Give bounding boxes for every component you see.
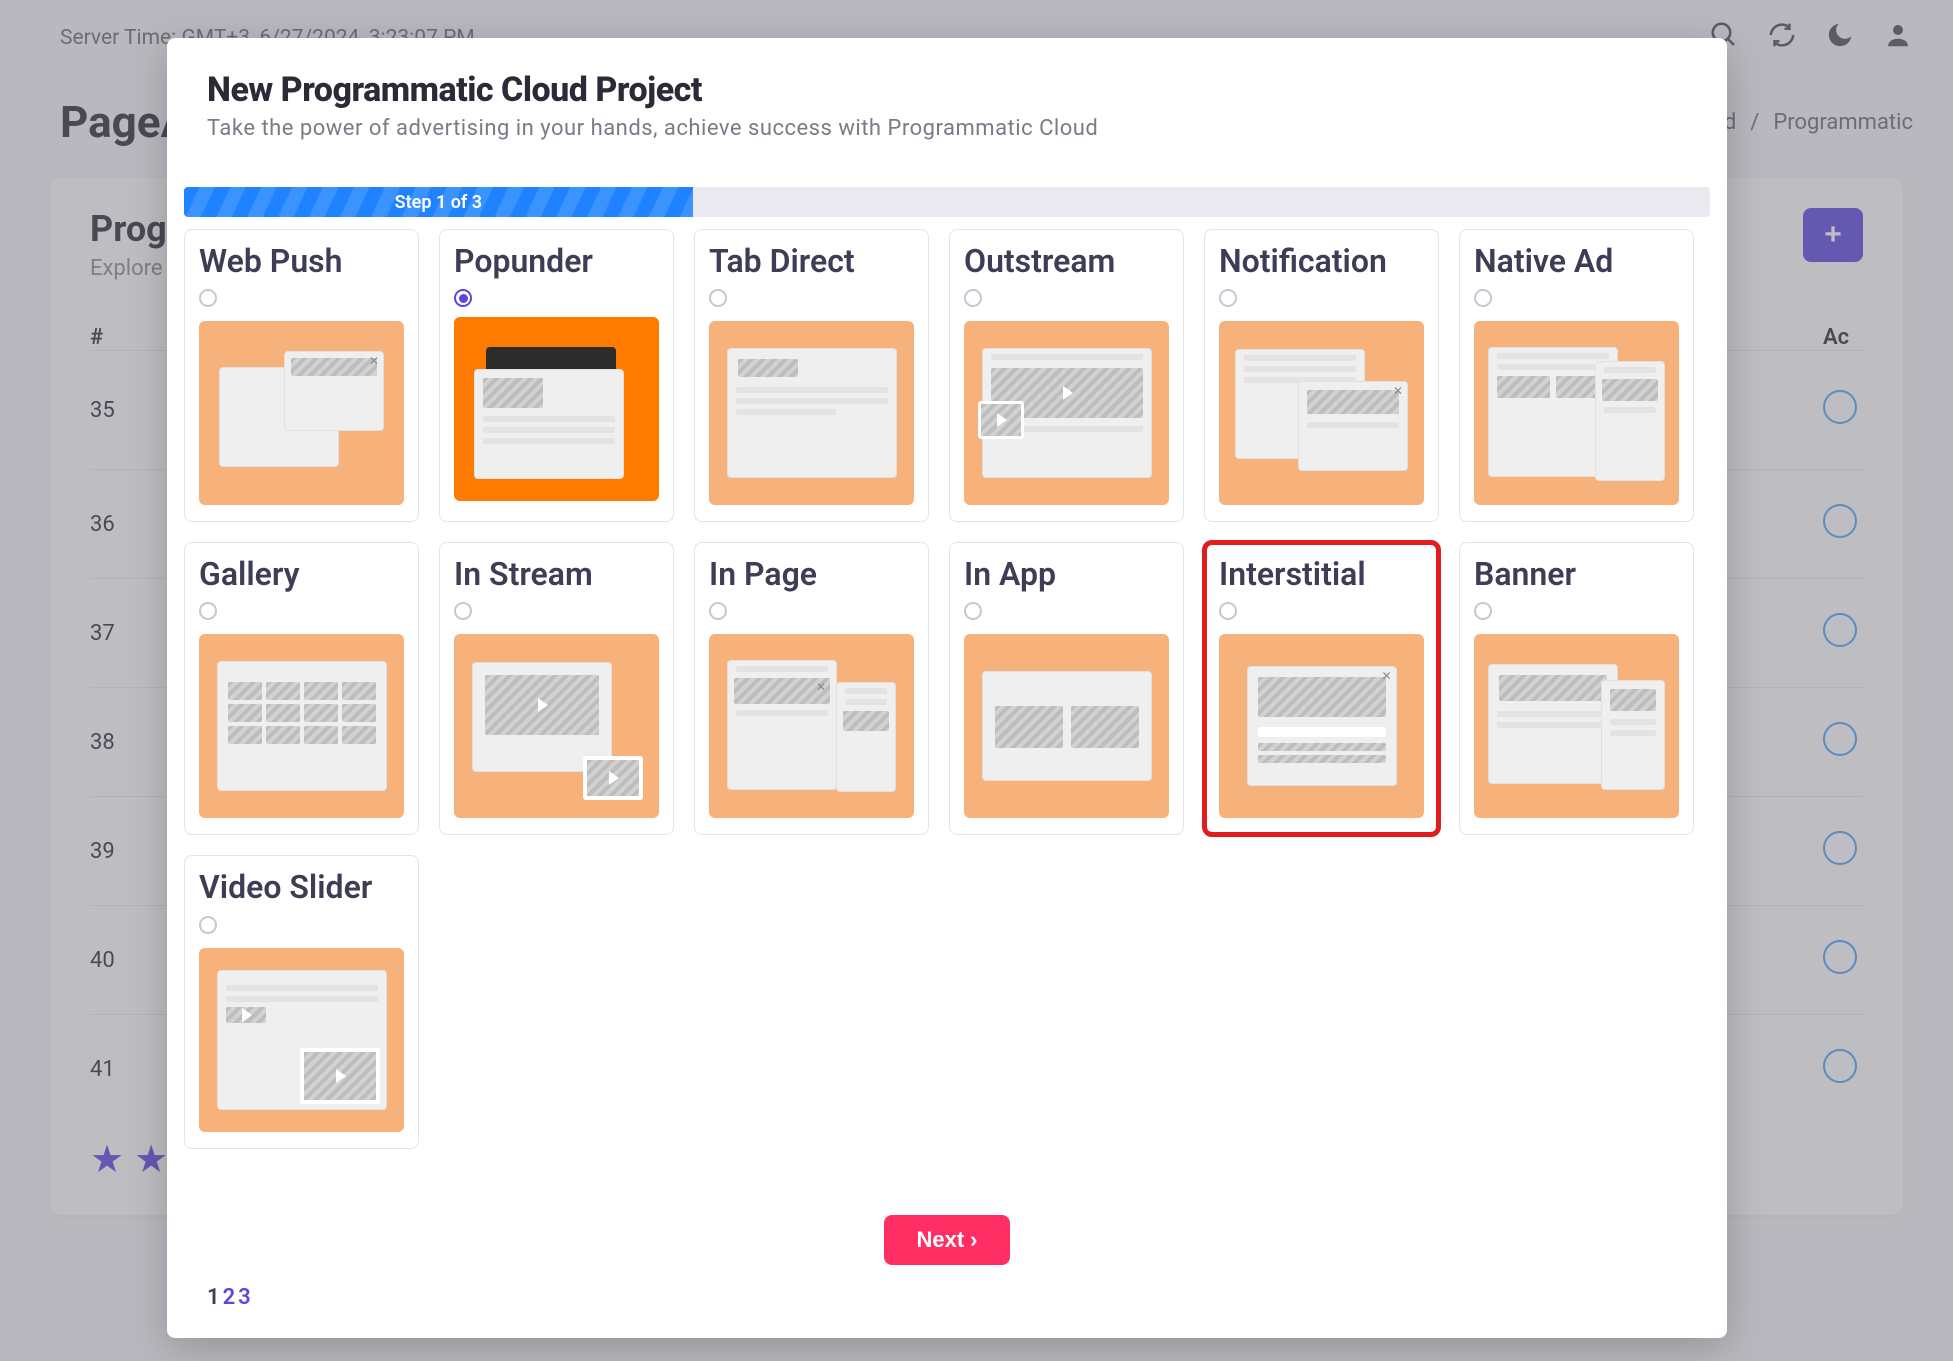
ad-type-card[interactable]: Notification — [1204, 229, 1439, 522]
card-title: Outstream — [964, 244, 1169, 279]
ad-type-card[interactable]: In App — [949, 542, 1184, 835]
ad-type-card[interactable]: Popunder — [439, 229, 674, 522]
pager-current: 1 — [207, 1285, 223, 1310]
card-thumb — [1219, 634, 1424, 818]
card-thumb — [199, 634, 404, 818]
card-radio[interactable] — [709, 602, 727, 620]
card-radio[interactable] — [1219, 602, 1237, 620]
pager-2[interactable]: 2 — [223, 1285, 239, 1310]
card-title: Tab Direct — [709, 244, 914, 279]
next-button[interactable]: Next › — [884, 1215, 1009, 1265]
progress-step-2 — [693, 187, 1202, 217]
next-button-label: Next — [916, 1227, 964, 1253]
card-title: Interstitial — [1219, 557, 1424, 592]
ad-type-card[interactable]: In Stream — [439, 542, 674, 835]
card-thumb — [199, 321, 404, 505]
ad-type-card[interactable]: Outstream — [949, 229, 1184, 522]
card-radio[interactable] — [964, 289, 982, 307]
ad-type-card[interactable]: Native Ad — [1459, 229, 1694, 522]
card-title: In Stream — [454, 557, 659, 592]
ad-type-grid: Web Push Popunder Tab Direct Outstream Notif… — [167, 217, 1727, 1149]
ad-type-card[interactable]: Web Push — [184, 229, 419, 522]
card-thumb — [964, 321, 1169, 505]
card-title: Popunder — [454, 244, 659, 279]
ad-type-card[interactable]: Banner — [1459, 542, 1694, 835]
card-thumb — [1474, 321, 1679, 505]
new-project-modal: New Programmatic Cloud Project Take the … — [167, 38, 1727, 1338]
card-radio[interactable] — [454, 602, 472, 620]
modal-title: New Programmatic Cloud Project — [207, 70, 1687, 110]
ad-type-card[interactable]: Video Slider — [184, 855, 419, 1148]
card-thumb — [454, 634, 659, 818]
ad-type-card[interactable]: In Page — [694, 542, 929, 835]
card-radio[interactable] — [199, 602, 217, 620]
ad-type-card[interactable]: Interstitial — [1204, 542, 1439, 835]
progress-step-3 — [1201, 187, 1710, 217]
progress-step-1: Step 1 of 3 — [184, 187, 693, 217]
card-thumb — [454, 317, 659, 501]
card-thumb — [709, 321, 914, 505]
ad-type-card[interactable]: Gallery — [184, 542, 419, 835]
card-thumb — [1474, 634, 1679, 818]
card-title: Banner — [1474, 557, 1679, 592]
card-thumb — [1219, 321, 1424, 505]
pager-3[interactable]: 3 — [238, 1285, 254, 1310]
card-title: Notification — [1219, 244, 1424, 279]
pager: 123 — [207, 1285, 254, 1310]
card-title: Gallery — [199, 557, 404, 592]
card-title: Native Ad — [1474, 244, 1679, 279]
card-title: In Page — [709, 557, 914, 592]
card-radio[interactable] — [199, 289, 217, 307]
progress-bar: Step 1 of 3 — [184, 187, 1710, 217]
card-title: Video Slider — [199, 870, 404, 905]
card-thumb — [199, 948, 404, 1132]
card-title: Web Push — [199, 244, 404, 279]
card-radio[interactable] — [454, 289, 472, 307]
card-radio[interactable] — [709, 289, 727, 307]
card-radio[interactable] — [1219, 289, 1237, 307]
card-thumb — [709, 634, 914, 818]
card-radio[interactable] — [964, 602, 982, 620]
modal-subtitle: Take the power of advertising in your ha… — [207, 116, 1687, 141]
card-title: In App — [964, 557, 1169, 592]
card-radio[interactable] — [1474, 289, 1492, 307]
card-radio[interactable] — [1474, 602, 1492, 620]
card-radio[interactable] — [199, 916, 217, 934]
ad-type-card[interactable]: Tab Direct — [694, 229, 929, 522]
chevron-right-icon: › — [970, 1227, 977, 1253]
card-thumb — [964, 634, 1169, 818]
